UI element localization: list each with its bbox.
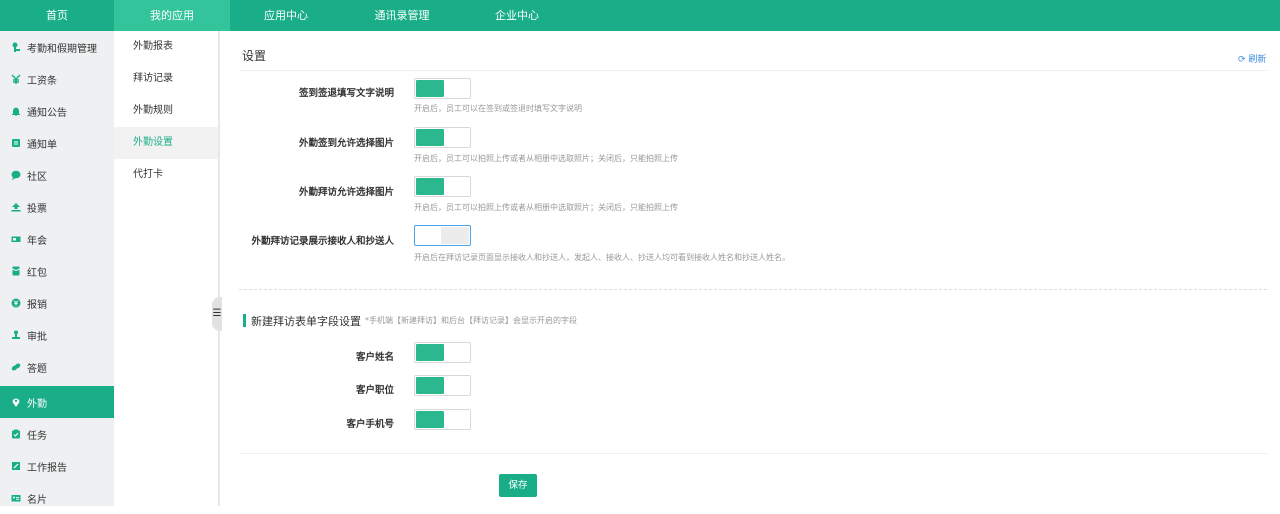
option-label-visit-photo: 外勤拜访允许选择图片: [298, 187, 394, 198]
sidebar-item-label: 工资条: [27, 75, 57, 87]
field-label-customer-phone: 客户手机号: [346, 419, 394, 430]
chat-icon: [11, 170, 21, 180]
sidebar-item-label: 通知单: [27, 139, 57, 151]
subnav-item-proxy-clock-in[interactable]: 代打卡: [114, 159, 218, 191]
toggle-customer-name[interactable]: [414, 342, 471, 363]
sidebar-item-business-card[interactable]: 名片: [0, 482, 114, 514]
toggle-knob: [416, 377, 444, 394]
divider: [239, 453, 1267, 454]
sidebar-item-label: 通知公告: [27, 107, 67, 119]
divider: [239, 70, 1267, 71]
subnav-item-field-report[interactable]: 外勤报表: [114, 31, 218, 63]
task-icon: [11, 429, 21, 439]
coin-icon: [11, 298, 21, 308]
tab-app-center[interactable]: 应用中心: [230, 0, 342, 31]
sidebar-item-label: 名片: [27, 494, 47, 506]
sidebar-item-annual-meeting[interactable]: 年会: [0, 223, 114, 255]
toggle-sign-text[interactable]: [414, 78, 471, 99]
yen-icon: [11, 74, 21, 84]
section-accent-bar: [243, 314, 246, 327]
field-label-customer-position: 客户职位: [355, 385, 394, 396]
toggle-knob: [416, 129, 444, 146]
toggle-knob: [441, 227, 469, 244]
refresh-label: 刷新: [1248, 55, 1267, 65]
sidebar: 考勤和假期管理 工资条 通知公告 通知单 社区 投票 年会 红包 报销 审批 答…: [0, 31, 114, 506]
option-label-checkin-photo: 外勤签到允许选择图片: [298, 138, 394, 149]
pin-icon: [11, 42, 21, 52]
sidebar-item-vote[interactable]: 投票: [0, 191, 114, 223]
sidebar-item-label: 报销: [27, 299, 47, 311]
tab-my-apps[interactable]: 我的应用: [114, 0, 230, 31]
main-content: 设置 ⟳ 刷新 签到签退填写文字说明 开启后，员工可以在签到或签退时填写文字说明…: [222, 31, 1280, 506]
stamp-icon: [11, 330, 21, 340]
report-icon: [11, 461, 21, 471]
refresh-button[interactable]: ⟳ 刷新: [1238, 52, 1266, 65]
section-title: 新建拜访表单字段设置: [251, 315, 361, 328]
option-hint-checkin-photo: 开启后，员工可以拍照上传或者从相册中选取照片；关闭后，只能拍照上传: [414, 154, 678, 163]
sidebar-item-label: 任务: [27, 430, 47, 442]
sidebar-item-label: 工作报告: [27, 462, 67, 474]
sidebar-item-field-work[interactable]: 外勤: [0, 386, 114, 418]
subnav-item-field-settings[interactable]: 外勤设置: [114, 127, 218, 159]
location-icon: [11, 397, 21, 407]
sidebar-item-label: 社区: [27, 171, 47, 183]
tab-contacts-management[interactable]: 通讯录管理: [342, 0, 462, 31]
collapse-sidebar-handle[interactable]: ☰: [212, 297, 222, 331]
option-hint-sign-text: 开启后，员工可以在签到或签退时填写文字说明: [414, 104, 582, 113]
section-divider: [239, 289, 1267, 290]
sidebar-item-label: 审批: [27, 331, 47, 343]
sidebar-item-label: 红包: [27, 267, 47, 279]
option-hint-visit-photo: 开启后，员工可以拍照上传或者从相册中选取照片；关闭后，只能拍照上传: [414, 203, 678, 212]
redpacket-icon: [11, 266, 21, 276]
field-label-customer-name: 客户姓名: [355, 352, 394, 363]
sidebar-item-approval[interactable]: 审批: [0, 319, 114, 351]
sidebar-item-label: 答题: [27, 363, 47, 375]
sidebar-item-label: 外勤: [27, 398, 47, 410]
sidebar-item-reimbursement[interactable]: 报销: [0, 287, 114, 319]
sidebar-item-notices[interactable]: 通知单: [0, 127, 114, 159]
card-icon: [11, 493, 21, 503]
menu-icon: ☰: [212, 308, 222, 319]
sidebar-item-attendance[interactable]: 考勤和假期管理: [0, 31, 114, 63]
sidebar-item-work-report[interactable]: 工作报告: [0, 450, 114, 482]
link-icon: [11, 362, 21, 372]
subnav-item-field-rules[interactable]: 外勤规则: [114, 95, 218, 127]
toggle-customer-position[interactable]: [414, 375, 471, 396]
sidebar-item-quiz[interactable]: 答题: [0, 351, 114, 383]
refresh-icon: ⟳: [1238, 55, 1246, 65]
sidebar-item-community[interactable]: 社区: [0, 159, 114, 191]
toggle-show-receivers[interactable]: [414, 225, 471, 246]
option-label-sign-text: 签到签退填写文字说明: [298, 88, 394, 99]
option-hint-show-receivers: 开启后在拜访记录页面显示接收人和抄送人，发起人、接收人、抄送人均可看到接收人姓名…: [414, 253, 790, 262]
option-label-show-receivers: 外勤拜访记录展示接收人和抄送人: [251, 236, 394, 247]
section-note: *手机端【新建拜访】和后台【拜访记录】会显示开启的字段: [365, 316, 577, 325]
toggle-checkin-photo[interactable]: [414, 127, 471, 148]
toggle-visit-photo[interactable]: [414, 176, 471, 197]
toggle-knob: [416, 80, 444, 97]
page-title: 设置: [242, 49, 267, 63]
ticket-icon: [11, 234, 21, 244]
toggle-knob: [416, 344, 444, 361]
bell-icon: [11, 106, 21, 117]
tab-enterprise-center[interactable]: 企业中心: [462, 0, 572, 31]
top-navigation: 首页 我的应用 应用中心 通讯录管理 企业中心: [0, 0, 1280, 31]
sidebar-item-payslip[interactable]: 工资条: [0, 63, 114, 95]
sidebar-item-label: 考勤和假期管理: [27, 43, 97, 55]
vote-icon: [11, 202, 21, 212]
sidebar-item-red-packet[interactable]: 红包: [0, 255, 114, 287]
sidebar-item-label: 年会: [27, 235, 47, 247]
notice-icon: [11, 138, 21, 148]
toggle-customer-phone[interactable]: [414, 409, 471, 430]
sub-navigation: 外勤报表 拜访记录 外勤规则 外勤设置 代打卡: [114, 31, 220, 506]
sidebar-item-label: 投票: [27, 203, 47, 215]
tab-home[interactable]: 首页: [0, 0, 114, 31]
sidebar-item-announcements[interactable]: 通知公告: [0, 95, 114, 127]
save-button[interactable]: 保存: [499, 474, 537, 497]
sidebar-item-tasks[interactable]: 任务: [0, 418, 114, 450]
subnav-item-visit-records[interactable]: 拜访记录: [114, 63, 218, 95]
toggle-knob: [416, 178, 444, 195]
toggle-knob: [416, 411, 444, 428]
